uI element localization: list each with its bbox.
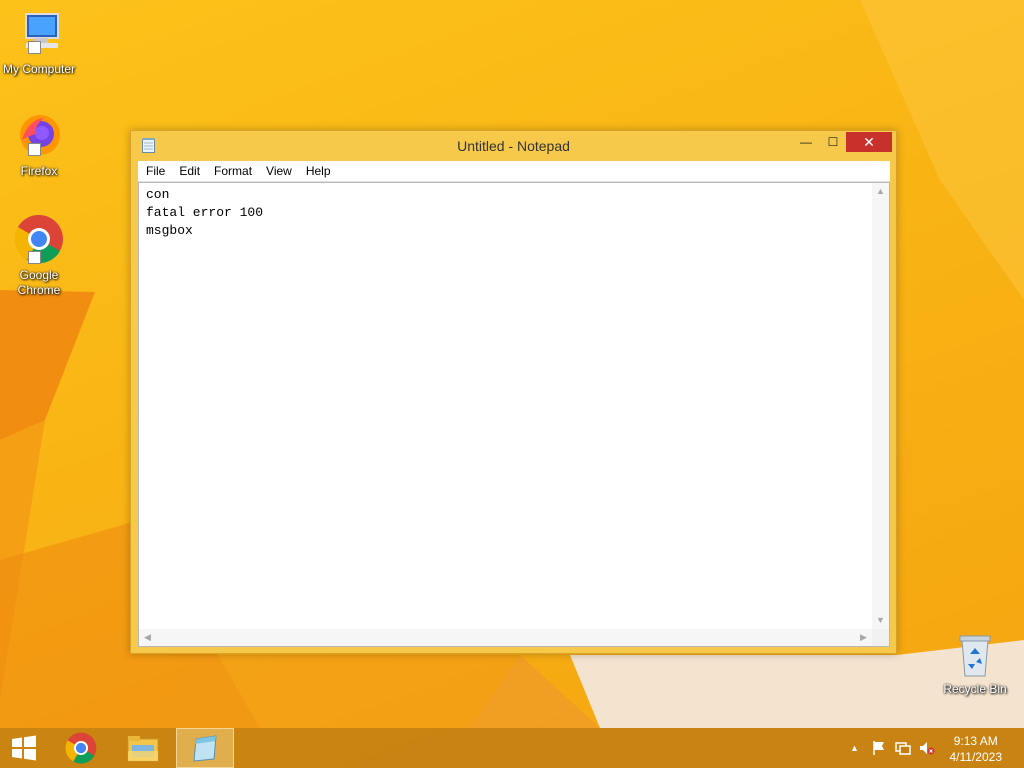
window-titlebar[interactable]: Untitled - Notepad — ☐ ✕ bbox=[131, 131, 896, 161]
desktop-icon-label: My Computer bbox=[2, 62, 76, 76]
minimize-button[interactable]: — bbox=[793, 132, 819, 152]
system-tray: ▲ bbox=[850, 728, 935, 768]
desktop-icon-label: Google Chrome bbox=[17, 268, 61, 297]
minimize-icon: — bbox=[800, 135, 812, 149]
clock-time: 9:13 AM bbox=[953, 734, 998, 748]
horizontal-scrollbar[interactable]: ◀ ▶ bbox=[139, 629, 872, 646]
taskbar-file-explorer[interactable] bbox=[118, 728, 168, 768]
menu-file[interactable]: File bbox=[138, 161, 172, 181]
file-explorer-icon bbox=[127, 736, 159, 762]
volume-muted-icon[interactable] bbox=[919, 740, 935, 756]
close-button[interactable]: ✕ bbox=[846, 132, 892, 152]
desktop-icon-recycle-bin[interactable]: Recycle Bin bbox=[936, 630, 1014, 697]
recycle-bin-icon bbox=[950, 630, 1000, 680]
menu-format[interactable]: Format bbox=[207, 161, 259, 181]
shortcut-arrow-icon bbox=[28, 41, 41, 54]
desktop-icon-my-computer[interactable]: My Computer bbox=[0, 10, 78, 77]
taskbar: ▲ 9:13 AM 4/11/2023 bbox=[0, 728, 1024, 768]
close-icon: ✕ bbox=[863, 133, 875, 150]
scroll-right-icon[interactable]: ▶ bbox=[855, 629, 872, 646]
computer-icon bbox=[14, 10, 64, 60]
network-icon[interactable] bbox=[895, 740, 911, 756]
clock[interactable]: 9:13 AM 4/11/2023 bbox=[950, 733, 1003, 765]
start-button[interactable] bbox=[0, 728, 48, 768]
chrome-icon bbox=[14, 214, 64, 264]
scroll-up-icon[interactable]: ▲ bbox=[872, 183, 889, 200]
resize-grip[interactable] bbox=[872, 629, 889, 646]
window-title: Untitled - Notepad bbox=[457, 138, 570, 154]
action-center-flag-icon[interactable] bbox=[871, 740, 887, 756]
desktop-icon-label: Recycle Bin bbox=[943, 682, 1007, 696]
maximize-button[interactable]: ☐ bbox=[820, 132, 846, 152]
taskbar-chrome[interactable] bbox=[57, 728, 105, 768]
clock-date: 4/11/2023 bbox=[949, 750, 1003, 764]
firefox-icon bbox=[14, 112, 64, 162]
maximize-icon: ☐ bbox=[827, 135, 839, 149]
start-icon bbox=[12, 735, 36, 761]
menu-view[interactable]: View bbox=[259, 161, 299, 181]
desktop-icon-firefox[interactable]: Firefox bbox=[0, 112, 78, 179]
desktop-icon-google-chrome[interactable]: Google Chrome bbox=[0, 214, 78, 298]
chrome-icon bbox=[65, 732, 97, 764]
desktop-icon-label: Firefox bbox=[20, 164, 58, 178]
notepad-icon bbox=[193, 735, 217, 762]
menu-bar: File Edit Format View Help bbox=[138, 161, 890, 182]
menu-edit[interactable]: Edit bbox=[172, 161, 207, 181]
shortcut-arrow-icon bbox=[28, 251, 41, 264]
scroll-left-icon[interactable]: ◀ bbox=[139, 629, 156, 646]
menu-help[interactable]: Help bbox=[299, 161, 338, 181]
show-hidden-icons-icon[interactable]: ▲ bbox=[850, 743, 859, 753]
shortcut-arrow-icon bbox=[28, 143, 41, 156]
editor-area: con fatal error 100 msgbox ▲ ▼ ◀ ▶ bbox=[138, 182, 890, 647]
notepad-window[interactable]: Untitled - Notepad — ☐ ✕ File Edit Forma… bbox=[130, 130, 897, 654]
vertical-scrollbar[interactable]: ▲ ▼ bbox=[872, 183, 889, 629]
scroll-down-icon[interactable]: ▼ bbox=[872, 612, 889, 629]
taskbar-notepad[interactable] bbox=[176, 728, 234, 768]
text-editor[interactable]: con fatal error 100 msgbox bbox=[139, 183, 872, 629]
desktop: My Computer Firefox Google Chrome Recycl… bbox=[0, 0, 1024, 768]
